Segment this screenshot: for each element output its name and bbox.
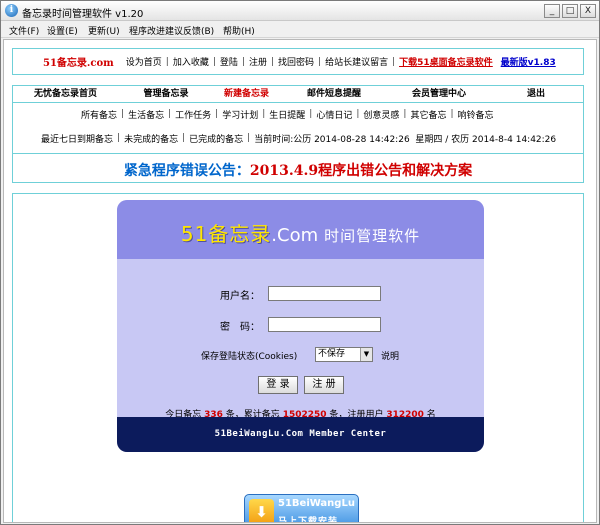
chevron-down-icon: ▼ — [360, 348, 372, 361]
nav-new-memo[interactable]: 新建备忘录 — [214, 86, 279, 102]
menu-help[interactable]: 帮助(H) — [223, 24, 255, 37]
download-arrow-icon: ⬇ — [249, 499, 274, 522]
separator: | — [247, 133, 251, 143]
separator: | — [262, 109, 266, 119]
brand-slogan: 时间管理软件 — [324, 227, 421, 245]
separator: | — [212, 56, 216, 67]
separator: | — [165, 56, 169, 67]
separator: | — [318, 56, 322, 67]
separator: | — [403, 109, 407, 119]
nav-member-center[interactable]: 会员管理中心 — [389, 86, 489, 102]
nav-email-sms-reminder[interactable]: 邮件短息提醒 — [279, 86, 389, 102]
explain-link[interactable]: 说明 — [381, 349, 399, 362]
maximize-button[interactable]: □ — [562, 4, 578, 18]
announcement-prefix: 紧急程序错误公告： — [123, 163, 250, 179]
category-links: 所有备忘 | 生活备忘 | 工作任务 | 学习计划 | 生日提醒 | 心情日记 … — [81, 103, 494, 125]
login-panel: 51备忘录.Com 时间管理软件 用户名： 密 码： 保存登陆状态(Cookies… — [117, 200, 484, 452]
separator: | — [356, 109, 360, 119]
unfinished-link[interactable]: 未完成的备忘 — [124, 132, 178, 145]
nav-home[interactable]: 无忧备忘录首页 — [13, 86, 118, 102]
app-window: i 备忘录时间管理软件 v1.20 _ □ X 文件(F) 设置(E) 更新(U… — [0, 0, 600, 525]
category-diary[interactable]: 心情日记 — [316, 108, 352, 121]
top-links-bar: 51备忘录.com 设为首页 | 加入收藏 | 登陆 | 注册 | 找回密码 |… — [12, 48, 584, 75]
category-all[interactable]: 所有备忘 — [81, 108, 117, 121]
nav-manage-memos[interactable]: 管理备忘录 — [118, 86, 214, 102]
member-center-footer: 51BeiWangLu.Com Member Center — [117, 417, 484, 452]
category-other[interactable]: 其它备忘 — [410, 108, 446, 121]
download-install-button[interactable]: ⬇ 51BeiWangLu 马上下载安装 — [244, 494, 359, 523]
separator: | — [215, 109, 219, 119]
separator: | — [241, 56, 245, 67]
password-input[interactable] — [268, 317, 381, 332]
login-panel-header: 51备忘录.Com 时间管理软件 — [117, 200, 484, 259]
current-time: 当前时间:公历 2014-08-28 14:42:26 星期四 / 农历 201… — [254, 134, 557, 145]
window-title: 备忘录时间管理软件 v1.20 — [22, 9, 144, 20]
category-ideas[interactable]: 创意灵感 — [363, 108, 399, 121]
status-row: 最近七日到期备忘 | 未完成的备忘 | 已完成的备忘 | 当前时间:公历 201… — [41, 127, 556, 149]
separator: | — [309, 109, 313, 119]
separator: | — [182, 133, 186, 143]
category-birthday[interactable]: 生日提醒 — [269, 108, 305, 121]
brand-domain: .Com — [271, 225, 319, 246]
title-bar: i 备忘录时间管理软件 v1.20 _ □ X — [1, 1, 599, 21]
navigation-box: 无忧备忘录首页 管理备忘录 新建备忘录 邮件短息提醒 会员管理中心 退出 所有备… — [12, 85, 584, 155]
remember-login-label: 保存登陆状态(Cookies) — [201, 352, 298, 362]
category-work[interactable]: 工作任务 — [175, 108, 211, 121]
login-panel-title: 51备忘录.Com 时间管理软件 — [117, 218, 484, 247]
expiring-week-link[interactable]: 最近七日到期备忘 — [41, 132, 113, 145]
minimize-button[interactable]: _ — [544, 4, 560, 18]
recover-password-link[interactable]: 找回密码 — [278, 55, 314, 68]
category-life[interactable]: 生活备忘 — [128, 108, 164, 121]
password-label: 密 码： — [220, 322, 260, 333]
separator: | — [392, 56, 396, 67]
login-button[interactable]: 登 录 — [258, 376, 298, 394]
badge-action: 马上下载安装 — [278, 517, 339, 523]
username-label: 用户名： — [220, 291, 260, 302]
latest-version-link[interactable]: 最新版v1.83 — [501, 55, 556, 68]
category-study[interactable]: 学习计划 — [222, 108, 258, 121]
add-favorite-link[interactable]: 加入收藏 — [173, 55, 209, 68]
register-button[interactable]: 注 册 — [304, 376, 344, 394]
app-info-icon: i — [5, 4, 18, 17]
remember-login-select[interactable]: 不保存 ▼ — [315, 347, 373, 362]
separator: | — [121, 109, 125, 119]
announcement-text: 2013.4.9程序出错公告和解决方案 — [249, 163, 473, 179]
menu-file[interactable]: 文件(F) — [9, 24, 39, 37]
separator: | — [450, 109, 454, 119]
menu-settings[interactable]: 设置(E) — [47, 24, 78, 37]
site-logo-link[interactable]: 51备忘录.com — [43, 54, 114, 69]
brand-logo: 51备忘录 — [180, 222, 272, 246]
separator: | — [168, 109, 172, 119]
announcement-box: 紧急程序错误公告：2013.4.9程序出错公告和解决方案 — [12, 153, 584, 183]
username-input[interactable] — [268, 286, 381, 301]
nav-logout[interactable]: 退出 — [489, 86, 583, 102]
remember-login-value: 不保存 — [318, 349, 346, 359]
feedback-link[interactable]: 给站长建议留言 — [325, 55, 388, 68]
separator: | — [117, 133, 121, 143]
menu-update[interactable]: 更新(U) — [88, 24, 120, 37]
set-homepage-link[interactable]: 设为首页 — [126, 55, 162, 68]
separator: | — [270, 56, 274, 67]
badge-brand: 51BeiWangLu — [278, 498, 355, 509]
finished-link[interactable]: 已完成的备忘 — [189, 132, 243, 145]
menu-bar: 文件(F) 设置(E) 更新(U) 程序改进建议反馈(B) 帮助(H) — [1, 21, 599, 38]
login-link[interactable]: 登陆 — [220, 55, 238, 68]
register-link[interactable]: 注册 — [249, 55, 267, 68]
download-desktop-link[interactable]: 下载51桌面备忘录软件 — [399, 55, 493, 68]
category-alarm[interactable]: 响铃备忘 — [458, 108, 494, 121]
close-button[interactable]: X — [580, 4, 596, 18]
download-text: 下载51桌面备忘录软件 — [399, 58, 493, 68]
web-content: 51备忘录.com 设为首页 | 加入收藏 | 登陆 | 注册 | 找回密码 |… — [3, 39, 597, 523]
menu-feedback[interactable]: 程序改进建议反馈(B) — [129, 24, 214, 37]
announcement[interactable]: 紧急程序错误公告：2013.4.9程序出错公告和解决方案 — [13, 160, 583, 180]
